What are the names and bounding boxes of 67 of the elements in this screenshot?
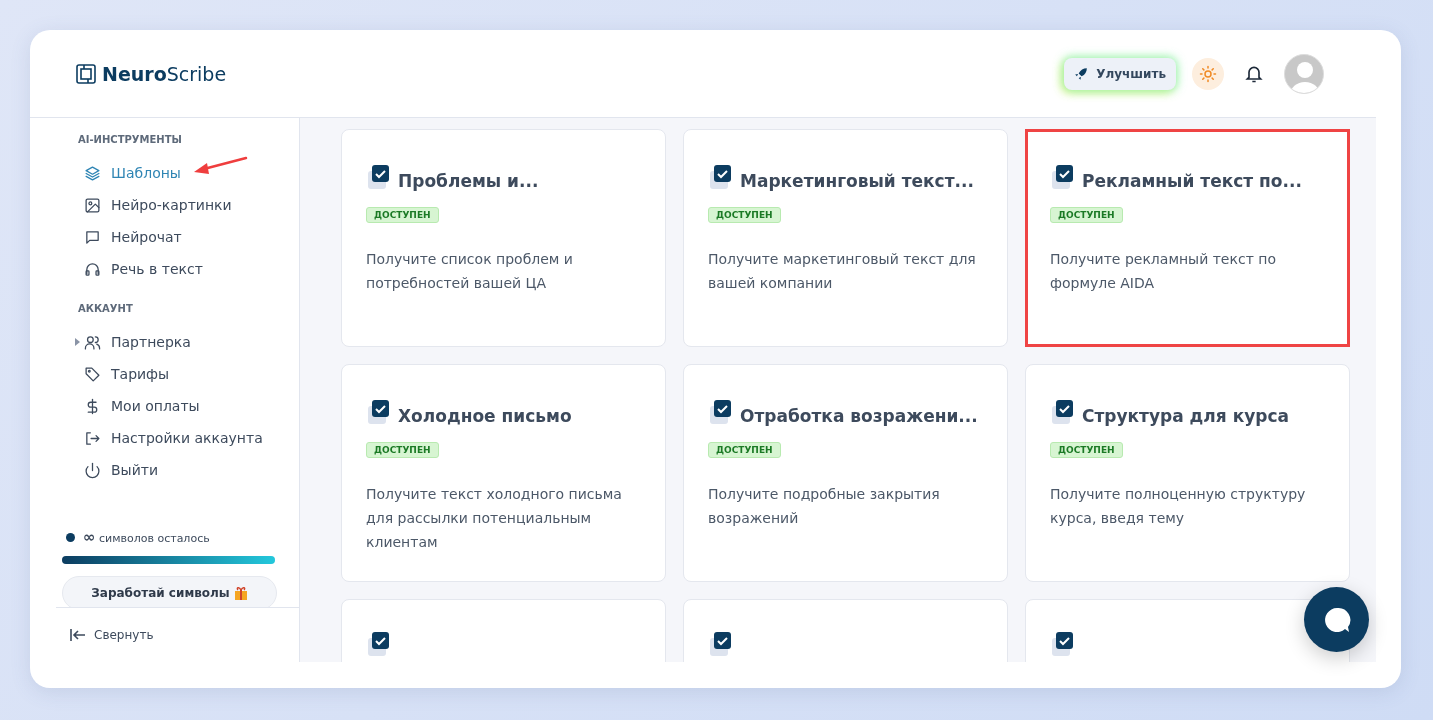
card-title: Холодное письмо — [398, 406, 572, 426]
gift-icon — [233, 586, 248, 600]
sidebar-item[interactable]: Речь в текст — [56, 253, 299, 285]
status-badge: ДОСТУПЕН — [366, 207, 439, 223]
logo-icon — [76, 63, 96, 84]
users-icon — [84, 333, 101, 351]
tag-icon — [84, 365, 101, 383]
checkbox-card-icon — [708, 630, 732, 658]
theme-toggle-button[interactable] — [1192, 57, 1224, 90]
template-card[interactable]: Рекламный текст по... ДОСТУПЕН Получите рекламный текст по формуле AIDA — [1025, 129, 1350, 347]
card-description: Получите маркетинговый текст для вашей компании — [708, 250, 977, 293]
card-description: Получите подробные закрытия возражений — [708, 485, 941, 528]
sidebar-item[interactable]: Шаблоны — [56, 157, 299, 189]
template-card[interactable] — [683, 599, 1008, 662]
headphones-icon — [84, 260, 101, 278]
sidebar-item[interactable]: Настройки аккаунта — [56, 422, 299, 454]
sidebar-item[interactable]: Мои оплаты — [56, 390, 299, 422]
template-card[interactable]: Проблемы и... ДОСТУПЕН Получите список проблем и потребностей вашей ЦА — [341, 129, 666, 347]
power-icon — [84, 461, 101, 479]
status-badge: ДОСТУПЕН — [1050, 207, 1123, 223]
card-title: Отработка возражени... — [740, 406, 978, 426]
section-label: AI-ИНСТРУМЕНТЫ — [78, 134, 183, 145]
image-icon — [84, 196, 101, 214]
sidebar-item[interactable]: Нейрочат — [56, 221, 299, 253]
card-description: Получите текст холодного письма для рассылки потенциальным клиентам — [366, 485, 623, 552]
status-dot — [66, 532, 75, 542]
exit-arrow-icon — [84, 429, 101, 447]
collapse-arrow-icon — [70, 628, 86, 643]
rocket-icon — [1074, 66, 1089, 81]
chat-bubble-icon — [84, 228, 101, 246]
template-card[interactable]: Структура для курса ДОСТУПЕН Получите полноценную структуру курса, введя тему — [1025, 364, 1350, 582]
card-title: Маркетинговый текст... — [740, 171, 974, 191]
card-description: Получите рекламный текст по формуле AIDA — [1050, 250, 1277, 293]
sidebar-item[interactable]: Нейро-картинки — [56, 189, 299, 221]
checkbox-card-icon — [708, 398, 732, 426]
checkbox-card-icon — [708, 163, 732, 191]
template-card[interactable] — [341, 599, 666, 662]
earn-credits-button[interactable]: Заработай символы — [62, 576, 277, 608]
avatar[interactable] — [1284, 53, 1324, 94]
collapse-button[interactable]: Свернуть — [70, 628, 154, 643]
checkbox-card-icon — [366, 398, 390, 426]
checkbox-card-icon — [366, 163, 390, 191]
card-description: Получите полноценную структуру курса, введя тему — [1050, 485, 1307, 528]
template-card[interactable]: Холодное письмо ДОСТУПЕН Получите текст холодного письма для рассылки потенциальным клиентам — [341, 364, 666, 582]
card-description: Получите список проблем и потребностей вашей ЦА — [366, 250, 574, 293]
sidebar-item[interactable]: Выйти — [56, 454, 299, 486]
checkbox-card-icon — [366, 630, 390, 658]
card-title: Рекламный текст по... — [1082, 171, 1302, 191]
logo-text: NeuroScribe — [102, 62, 227, 85]
status-badge: ДОСТУПЕН — [708, 442, 781, 458]
layers-icon — [84, 164, 101, 182]
upgrade-button[interactable]: Улучшить — [1064, 57, 1176, 90]
section-label: АККАУНТ — [78, 303, 134, 314]
card-title: Структура для курса — [1082, 406, 1289, 426]
checkbox-card-icon — [1050, 630, 1074, 658]
status-badge: ДОСТУПЕН — [708, 207, 781, 223]
template-card[interactable]: Отработка возражени... ДОСТУПЕН Получите подробные закрытия возражений — [683, 364, 1008, 582]
status-badge: ДОСТУПЕН — [366, 442, 439, 458]
checkbox-card-icon — [1050, 398, 1074, 426]
card-title: Проблемы и... — [398, 171, 539, 191]
credits-text: ∞ символов осталось — [83, 528, 210, 546]
sun-icon — [1199, 64, 1217, 83]
checkbox-card-icon — [1050, 163, 1074, 191]
sidebar-item[interactable]: Партнерка — [56, 326, 299, 358]
template-card[interactable]: Маркетинговый текст... ДОСТУПЕН Получите маркетинговый текст для вашей компании — [683, 129, 1008, 347]
sidebar-item[interactable]: Тарифы — [56, 358, 299, 390]
status-badge: ДОСТУПЕН — [1050, 442, 1123, 458]
